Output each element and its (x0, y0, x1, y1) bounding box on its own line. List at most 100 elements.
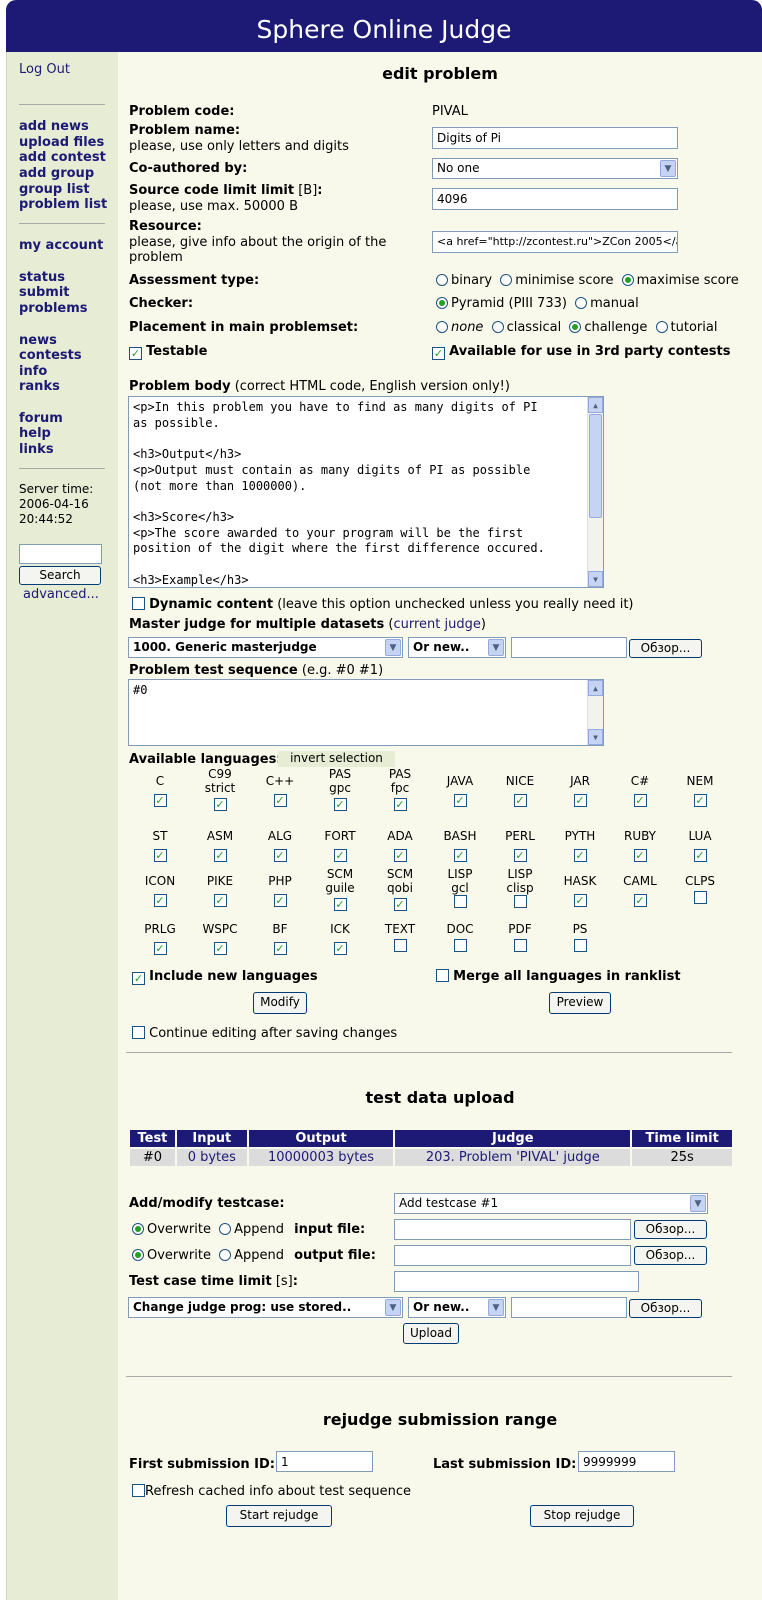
nav-problem-list[interactable]: problem list (19, 197, 107, 213)
time-limit-input[interactable] (394, 1271, 639, 1292)
invert-selection-button[interactable]: invert selection (278, 751, 395, 767)
sidebar-search-input[interactable] (19, 544, 102, 564)
modify-button[interactable]: Modify (253, 992, 307, 1014)
language-checkbox[interactable] (453, 895, 467, 908)
nav-add-news[interactable]: add news (19, 119, 89, 135)
language-checkbox[interactable]: ✓ (273, 849, 287, 862)
logout-link[interactable]: Log Out (19, 62, 70, 78)
language-checkbox[interactable]: ✓ (573, 849, 587, 862)
master-judge-select[interactable]: 1000. Generic masterjudge ▼ (128, 637, 403, 658)
output-file-input[interactable] (394, 1245, 631, 1266)
master-browse-button[interactable]: Обзор... (629, 639, 702, 658)
nav-problems[interactable]: problems (19, 301, 88, 317)
judge-ornew-select[interactable]: Or new.. ▼ (408, 1297, 506, 1318)
language-checkbox[interactable]: ✓ (513, 849, 527, 862)
last-id-input[interactable]: 9999999 (578, 1451, 675, 1472)
language-checkbox[interactable]: ✓ (333, 942, 347, 955)
source-limit-input[interactable]: 4096 (432, 188, 678, 210)
placement-none-radio[interactable] (436, 321, 448, 333)
problem-name-input[interactable]: Digits of Pi (432, 127, 678, 149)
input-file-input[interactable] (394, 1219, 631, 1240)
language-checkbox[interactable]: ✓ (393, 898, 407, 911)
language-checkbox[interactable]: ✓ (273, 794, 287, 807)
language-checkbox[interactable]: ✓ (453, 794, 467, 807)
language-checkbox[interactable]: ✓ (393, 849, 407, 862)
available3rd-checkbox[interactable]: ✓ (432, 347, 445, 360)
language-checkbox[interactable] (453, 939, 467, 952)
upload-button[interactable]: Upload (403, 1323, 459, 1344)
continue-editing-checkbox[interactable] (132, 1026, 145, 1039)
language-checkbox[interactable]: ✓ (273, 942, 287, 955)
language-checkbox[interactable]: ✓ (213, 942, 227, 955)
language-checkbox[interactable]: ✓ (213, 798, 227, 811)
language-checkbox[interactable]: ✓ (693, 849, 707, 862)
test-sequence-textarea[interactable]: #0 ▲ ▼ (128, 679, 604, 746)
language-checkbox[interactable]: ✓ (213, 849, 227, 862)
start-rejudge-button[interactable]: Start rejudge (226, 1505, 332, 1527)
language-checkbox[interactable] (513, 895, 527, 908)
nav-upload-files[interactable]: upload files (19, 135, 104, 151)
language-checkbox[interactable]: ✓ (633, 849, 647, 862)
language-checkbox[interactable]: ✓ (333, 798, 347, 811)
placement-classical-radio[interactable] (491, 321, 504, 333)
judge-prog-select[interactable]: Change judge prog: use stored.. ▼ (128, 1297, 403, 1318)
language-checkbox[interactable]: ✓ (273, 894, 287, 907)
language-checkbox[interactable]: ✓ (453, 849, 467, 862)
nav-news[interactable]: news (19, 333, 57, 349)
refresh-checkbox[interactable] (132, 1484, 145, 1497)
language-checkbox[interactable]: ✓ (513, 794, 527, 807)
assess-maximise-radio[interactable] (621, 274, 634, 286)
nav-info[interactable]: info (19, 364, 47, 380)
nav-submit[interactable]: submit (19, 285, 70, 301)
language-checkbox[interactable]: ✓ (393, 798, 407, 811)
judge-browse-button[interactable]: Обзор... (629, 1299, 702, 1318)
nav-my-account[interactable]: my account (19, 238, 103, 254)
scrollbar[interactable]: ▲ ▼ (587, 680, 603, 745)
language-checkbox[interactable]: ✓ (333, 849, 347, 862)
preview-button[interactable]: Preview (549, 992, 611, 1014)
nav-help[interactable]: help (19, 426, 51, 442)
first-id-input[interactable]: 1 (276, 1451, 373, 1472)
nav-add-group[interactable]: add group (19, 166, 94, 182)
language-checkbox[interactable] (573, 939, 587, 952)
placement-challenge-radio[interactable] (569, 321, 582, 333)
master-ornew-select[interactable]: Or new.. ▼ (408, 637, 506, 658)
language-checkbox[interactable]: ✓ (333, 898, 347, 911)
nav-contests[interactable]: contests (19, 348, 82, 364)
output-overwrite-radio[interactable] (132, 1249, 144, 1261)
search-button[interactable]: Search (19, 566, 101, 585)
language-checkbox[interactable]: ✓ (213, 894, 227, 907)
assess-binary-radio[interactable] (436, 274, 448, 286)
input-browse-button[interactable]: Обзор... (634, 1220, 707, 1239)
language-checkbox[interactable]: ✓ (633, 794, 647, 807)
checker-manual-radio[interactable] (575, 297, 588, 309)
input-overwrite-radio[interactable] (132, 1223, 144, 1235)
language-checkbox[interactable]: ✓ (573, 794, 587, 807)
scrollbar[interactable]: ▲ ▼ (587, 397, 603, 587)
nav-group-list[interactable]: group list (19, 182, 90, 198)
assess-minimise-radio[interactable] (500, 274, 513, 286)
stop-rejudge-button[interactable]: Stop rejudge (530, 1505, 634, 1527)
resource-input[interactable]: <a href="http://zcontest.ru">ZCon 2005</… (432, 231, 678, 253)
input-append-radio[interactable] (219, 1223, 232, 1235)
language-checkbox[interactable]: ✓ (153, 849, 167, 862)
nav-ranks[interactable]: ranks (19, 379, 60, 395)
checker-pyramid-radio[interactable] (436, 297, 448, 309)
nav-status[interactable]: status (19, 270, 65, 286)
language-checkbox[interactable]: ✓ (153, 894, 167, 907)
advanced-search-link[interactable]: advanced... (23, 587, 99, 603)
coauthored-select[interactable]: No one ▼ (432, 158, 678, 179)
nav-forum[interactable]: forum (19, 411, 63, 427)
output-append-radio[interactable] (219, 1249, 232, 1261)
master-file-input[interactable] (511, 637, 627, 658)
nav-add-contest[interactable]: add contest (19, 150, 106, 166)
current-judge-link[interactable]: current judge (393, 617, 480, 632)
merge-checkbox[interactable] (436, 969, 449, 982)
problem-body-textarea[interactable]: <p>In this problem you have to find as m… (128, 396, 604, 588)
nav-links[interactable]: links (19, 442, 54, 458)
language-checkbox[interactable]: ✓ (153, 942, 167, 955)
addmod-select[interactable]: Add testcase #1 ▼ (394, 1193, 708, 1214)
judge-file-input[interactable] (511, 1297, 627, 1318)
language-checkbox[interactable]: ✓ (153, 794, 167, 807)
output-browse-button[interactable]: Обзор... (634, 1246, 707, 1265)
